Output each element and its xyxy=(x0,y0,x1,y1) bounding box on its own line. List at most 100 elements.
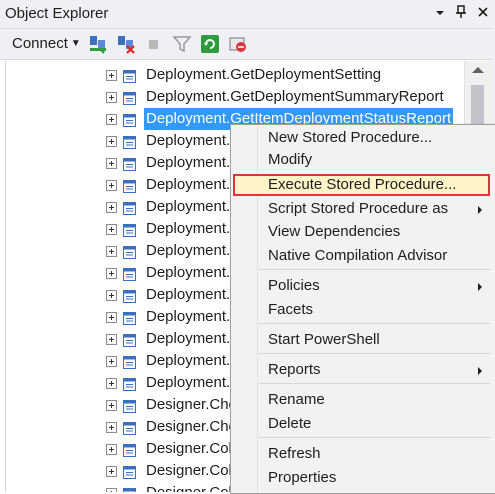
object-explorer-titlebar: Object Explorer xyxy=(0,0,495,29)
menu-separator xyxy=(259,269,490,270)
expand-plus-icon[interactable] xyxy=(106,400,117,411)
menu-item-view-dependencies[interactable]: View Dependencies xyxy=(233,221,490,243)
panel-title: Object Explorer xyxy=(5,5,109,22)
menu-item-label: Script Stored Procedure as xyxy=(268,200,449,217)
dropdown-icon[interactable] xyxy=(435,5,445,22)
expand-plus-icon[interactable] xyxy=(106,378,117,389)
close-icon[interactable] xyxy=(477,5,489,22)
menu-item-start-powershell[interactable]: Start PowerShell xyxy=(233,329,490,351)
expand-plus-icon[interactable] xyxy=(106,136,117,147)
scroll-up-arrow-icon[interactable] xyxy=(472,67,484,73)
tree-item-label: Deployment.U xyxy=(146,286,242,303)
menu-item-new-stored-procedure[interactable]: New Stored Procedure... xyxy=(233,127,490,149)
menu-item-label: Modify xyxy=(268,151,313,168)
tree-item-label: Deployment.GetDeploymentSummaryReport xyxy=(146,88,444,105)
expand-plus-icon[interactable] xyxy=(106,466,117,477)
stored-procedure-icon xyxy=(123,112,136,127)
expand-plus-icon[interactable] xyxy=(106,70,117,81)
tree-item-label: Deployment.V xyxy=(146,352,241,369)
expand-plus-icon[interactable] xyxy=(106,422,117,433)
stored-procedure-icon xyxy=(123,244,136,259)
expand-plus-icon[interactable] xyxy=(106,334,117,345)
expand-plus-icon[interactable] xyxy=(106,224,117,235)
menu-item-label: Start PowerShell xyxy=(268,331,380,348)
tree-item-label: Deployment.V xyxy=(146,330,241,347)
menu-item-rename[interactable]: Rename xyxy=(233,389,490,411)
activity-monitor-icon[interactable] xyxy=(228,34,248,54)
menu-item-native-compilation-advisor[interactable]: Native Compilation Advisor xyxy=(233,245,490,267)
expand-plus-icon[interactable] xyxy=(106,312,117,323)
menu-separator xyxy=(259,323,490,324)
pin-icon[interactable] xyxy=(455,5,467,22)
stored-procedure-icon xyxy=(123,288,136,303)
tree-item-label: Deployment.GetDeploymentSetting xyxy=(146,66,382,83)
submenu-arrow-icon xyxy=(478,367,482,375)
expand-plus-icon[interactable] xyxy=(106,246,117,257)
tree-item-label: Designer.Coll xyxy=(146,440,236,457)
stored-procedure-icon xyxy=(123,332,136,347)
expand-plus-icon[interactable] xyxy=(106,180,117,191)
menu-item-execute-stored-procedure[interactable]: Execute Stored Procedure... xyxy=(233,174,490,196)
stored-procedure-icon xyxy=(123,310,136,325)
expand-plus-icon[interactable] xyxy=(106,444,117,455)
stored-procedure-icon xyxy=(123,200,136,215)
chevron-down-icon: ▼ xyxy=(70,38,81,49)
menu-item-label: Refresh xyxy=(268,445,321,462)
tree-item-label: Deployment.S xyxy=(146,220,241,237)
tree-item-label: Deployment.G xyxy=(146,198,242,215)
connect-object-explorer-icon[interactable] xyxy=(88,34,108,54)
context-menu: New Stored Procedure... Modify Execute Sto… xyxy=(230,124,495,494)
stored-procedure-icon xyxy=(123,398,136,413)
stored-procedure-icon xyxy=(123,134,136,149)
tree-item[interactable]: Deployment.GetDeploymentSetting xyxy=(6,64,464,86)
menu-item-properties[interactable]: Properties xyxy=(233,467,490,489)
stored-procedure-icon xyxy=(123,486,136,492)
menu-separator xyxy=(259,383,490,384)
expand-plus-icon[interactable] xyxy=(106,158,117,169)
connect-label: Connect xyxy=(12,35,68,52)
tree-item-label: Deployment.V xyxy=(146,308,241,325)
menu-item-script-stored-procedure-as[interactable]: Script Stored Procedure as xyxy=(233,198,490,220)
refresh-icon[interactable] xyxy=(200,34,220,54)
tree-item[interactable]: Deployment.GetDeploymentSummaryReport xyxy=(6,86,464,108)
stored-procedure-icon xyxy=(123,68,136,83)
expand-plus-icon[interactable] xyxy=(106,114,117,125)
connect-dropdown-button[interactable]: Connect ▼ xyxy=(12,35,81,52)
menu-item-facets[interactable]: Facets xyxy=(233,299,490,321)
expand-plus-icon[interactable] xyxy=(106,268,117,279)
stored-procedure-icon xyxy=(123,266,136,281)
stored-procedure-icon xyxy=(123,156,136,171)
tree-item-label: Designer.Coll xyxy=(146,462,236,479)
expand-plus-icon[interactable] xyxy=(106,92,117,103)
expand-plus-icon[interactable] xyxy=(106,290,117,301)
expand-plus-icon[interactable] xyxy=(106,356,117,367)
stored-procedure-icon xyxy=(123,420,136,435)
menu-item-delete[interactable]: Delete xyxy=(233,413,490,435)
disconnect-icon[interactable] xyxy=(116,34,136,54)
expand-plus-icon[interactable] xyxy=(106,202,117,213)
menu-item-label: Execute Stored Procedure... xyxy=(268,176,457,193)
stored-procedure-icon xyxy=(123,442,136,457)
title-icons xyxy=(435,5,489,22)
menu-item-label: Properties xyxy=(268,469,337,486)
tree-item-label: Deployment.G xyxy=(146,176,242,193)
tree-item-label: Designer.Che xyxy=(146,418,237,435)
stored-procedure-icon xyxy=(123,222,136,237)
filter-icon[interactable] xyxy=(172,34,192,54)
menu-separator xyxy=(259,437,490,438)
menu-item-label: New Stored Procedure... xyxy=(268,129,433,146)
menu-item-label: View Dependencies xyxy=(268,223,401,240)
menu-item-label: Rename xyxy=(268,391,325,408)
menu-item-modify[interactable]: Modify xyxy=(233,149,490,171)
submenu-arrow-icon xyxy=(478,283,482,291)
menu-separator xyxy=(259,353,490,354)
menu-item-reports[interactable]: Reports xyxy=(233,359,490,381)
menu-item-refresh[interactable]: Refresh xyxy=(233,443,490,465)
menu-item-policies[interactable]: Policies xyxy=(233,275,490,297)
menu-item-label: Reports xyxy=(268,361,321,378)
submenu-arrow-icon xyxy=(478,206,482,214)
tree-item-label: Deployment.U xyxy=(146,264,242,281)
stop-icon[interactable] xyxy=(144,34,164,54)
menu-item-label: Facets xyxy=(268,301,314,318)
expand-plus-icon[interactable] xyxy=(106,488,117,492)
